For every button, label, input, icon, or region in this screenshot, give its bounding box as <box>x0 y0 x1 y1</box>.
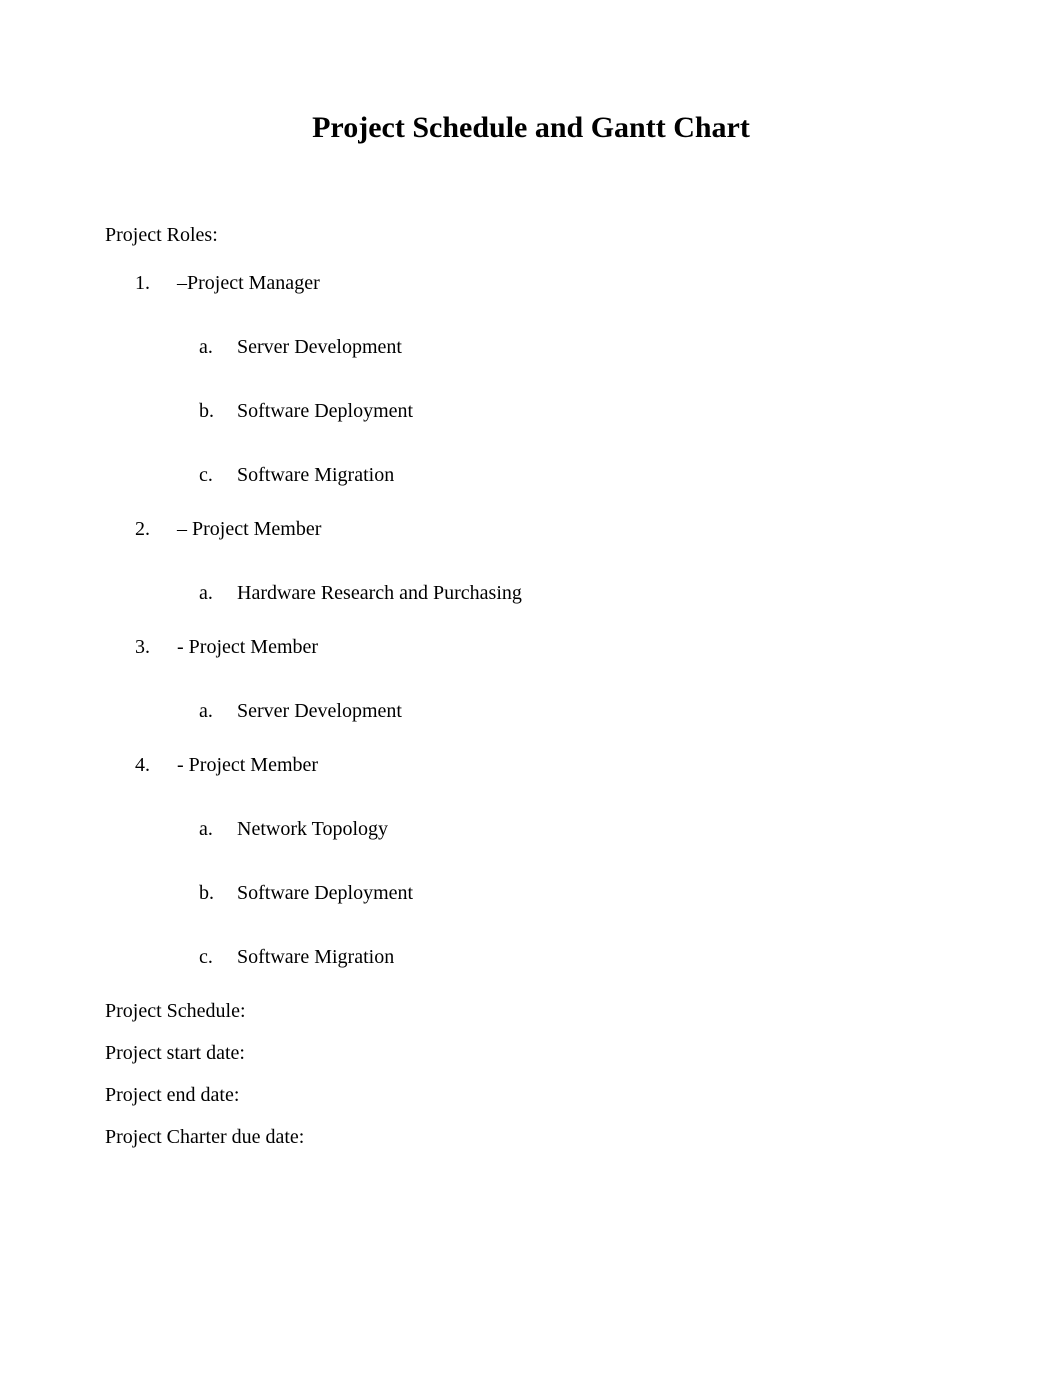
roles-heading: Project Roles: <box>105 220 957 250</box>
role-label: - Project Member <box>177 636 318 658</box>
task-item: Server Development <box>177 332 957 362</box>
schedule-heading: Project Schedule: <box>105 996 957 1026</box>
task-item: Software Deployment <box>177 396 957 426</box>
role-item: – Project Member Hardware Research and P… <box>105 514 957 608</box>
role-tasks: Server Development Software Deployment S… <box>177 332 957 490</box>
task-item: Software Deployment <box>177 878 957 908</box>
task-item: Server Development <box>177 696 957 726</box>
role-tasks: Hardware Research and Purchasing <box>177 578 957 608</box>
role-item: –Project Manager Server Development Soft… <box>105 268 957 490</box>
task-item: Software Migration <box>177 460 957 490</box>
role-tasks: Network Topology Software Deployment Sof… <box>177 814 957 972</box>
schedule-start-date: Project start date: <box>105 1038 957 1068</box>
role-tasks: Server Development <box>177 696 957 726</box>
role-label: - Project Member <box>177 754 318 776</box>
role-item: - Project Member Network Topology Softwa… <box>105 750 957 972</box>
task-item: Hardware Research and Purchasing <box>177 578 957 608</box>
role-label: –Project Manager <box>177 272 320 294</box>
task-item: Network Topology <box>177 814 957 844</box>
role-item: - Project Member Server Development <box>105 632 957 726</box>
role-label: – Project Member <box>177 518 321 540</box>
task-item: Software Migration <box>177 942 957 972</box>
schedule-end-date: Project end date: <box>105 1080 957 1110</box>
page-title: Project Schedule and Gantt Chart <box>105 105 957 150</box>
schedule-charter-due-date: Project Charter due date: <box>105 1122 957 1152</box>
roles-list: –Project Manager Server Development Soft… <box>105 268 957 972</box>
